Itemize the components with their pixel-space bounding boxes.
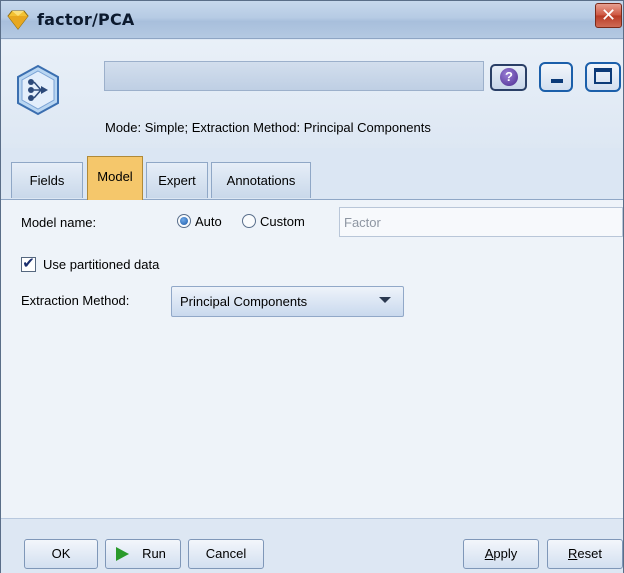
model-name-label: Model name: [21, 215, 97, 230]
extraction-method-value: Principal Components [180, 294, 308, 309]
extraction-method-label: Extraction Method: [21, 293, 130, 308]
use-partitioned-checkbox[interactable]: ✔ [21, 256, 36, 272]
mode-summary: Mode: Simple; Extraction Method: Princip… [105, 120, 431, 135]
apply-button[interactable]: Apply [463, 539, 539, 569]
node-name-bar[interactable] [104, 61, 484, 91]
cancel-button[interactable]: Cancel [188, 539, 264, 569]
window-title: factor/PCA [37, 10, 135, 29]
help-icon: ? [500, 68, 518, 86]
auto-radio-label[interactable]: Auto [195, 214, 222, 229]
reset-mnemonic: R [568, 546, 578, 561]
run-button-label: Run [142, 546, 166, 561]
reset-label-rest: eset [577, 546, 602, 561]
extraction-method-select[interactable]: Principal Components [171, 286, 404, 317]
dialog-header: ? Mode: Simple; Extraction Method: Princ… [1, 40, 623, 148]
custom-model-name-field[interactable]: Factor [339, 207, 623, 237]
minimize-icon [551, 79, 563, 83]
tab-expert[interactable]: Expert [146, 162, 208, 198]
ok-button[interactable]: OK [24, 539, 98, 569]
maximize-button[interactable] [585, 62, 621, 92]
use-partitioned-label[interactable]: Use partitioned data [43, 257, 159, 272]
tab-strip: Fields Model Expert Annotations [1, 148, 623, 200]
run-button[interactable]: Run [105, 539, 181, 569]
apply-label-rest: pply [493, 546, 518, 561]
node-diamond-icon [7, 10, 29, 30]
button-bar: OK Run Cancel Apply Reset [1, 518, 623, 573]
custom-radio-label[interactable]: Custom [260, 214, 305, 229]
title-bar[interactable]: factor/PCA ✕ [1, 1, 623, 39]
model-tab-panel: Model name: Auto Custom Factor ✔ Use par… [1, 200, 623, 518]
tab-annotations[interactable]: Annotations [211, 162, 311, 198]
tab-model[interactable]: Model [87, 156, 143, 200]
custom-radio[interactable] [242, 214, 256, 228]
help-button[interactable]: ? [490, 64, 527, 91]
reset-button[interactable]: Reset [547, 539, 623, 569]
factor-pca-dialog: factor/PCA ✕ ? Mode: Simple; Extraction … [0, 0, 624, 573]
maximize-icon [594, 68, 612, 84]
auto-radio[interactable] [177, 214, 191, 228]
minimize-button[interactable] [539, 62, 573, 92]
chevron-down-icon [379, 297, 391, 303]
tab-fields[interactable]: Fields [11, 162, 83, 198]
close-button[interactable]: ✕ [595, 3, 622, 28]
factor-pca-node-icon [17, 64, 59, 116]
run-play-icon [116, 547, 129, 561]
